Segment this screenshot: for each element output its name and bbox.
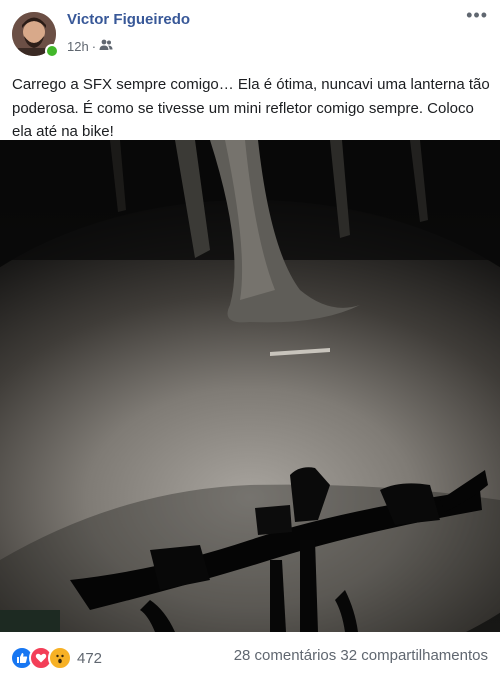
post-time[interactable]: 12h <box>67 39 89 54</box>
comments-count[interactable]: 28 comentários <box>234 647 337 664</box>
night-forest-bike-light-photo <box>0 140 500 632</box>
engagement-stats: 28 comentários 32 compartilhamentos <box>234 647 488 664</box>
post-meta: 12h · <box>67 39 113 54</box>
meta-separator: · <box>91 39 97 54</box>
post-header: Victor Figueiredo 12h · ••• <box>0 0 500 64</box>
post-footer: 472 28 comentários 32 compartilhamentos <box>0 632 500 679</box>
reaction-count: 472 <box>77 649 103 667</box>
shares-count[interactable]: 32 compartilhamentos <box>340 647 488 664</box>
author-name[interactable]: Victor Figueiredo <box>67 11 190 28</box>
post-text: Carrego a SFX sempre comigo… Ela é ótima… <box>12 76 490 140</box>
friends-icon[interactable] <box>99 39 113 54</box>
more-options-icon[interactable]: ••• <box>466 6 488 24</box>
online-status-indicator <box>45 44 59 58</box>
reactions-summary[interactable]: 472 <box>10 646 102 670</box>
post-photo[interactable] <box>0 140 500 632</box>
wow-icon <box>48 646 72 670</box>
